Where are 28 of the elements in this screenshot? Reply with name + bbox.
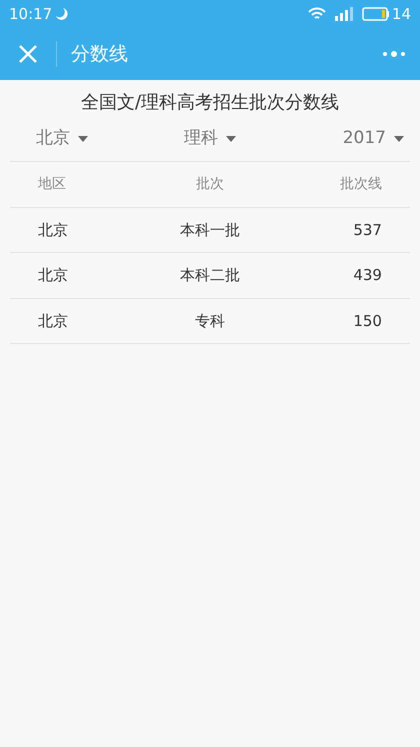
table-cell-text: 本科一批	[180, 220, 240, 240]
table-cell-text: 537	[353, 220, 382, 240]
table-cell-text: 本科二批	[180, 265, 240, 286]
table-cell-text: 北京	[38, 310, 68, 332]
column-header: 批次	[196, 174, 224, 194]
close-icon	[18, 44, 38, 64]
battery-icon	[362, 7, 390, 21]
page-title: 分数线	[71, 42, 129, 67]
caret-icon	[78, 136, 88, 142]
caret-icon	[394, 136, 404, 142]
table-cell-text: 439	[353, 265, 382, 286]
status-time: 10:17	[9, 4, 52, 25]
filter-dropdown[interactable]: 理科	[184, 126, 236, 152]
signal-icon	[334, 7, 354, 21]
filter-dropdown[interactable]: 2017	[342, 126, 404, 152]
column-header: 地区	[38, 174, 66, 194]
table-cell-text: 北京	[38, 220, 68, 240]
table-cell-text: 专科	[194, 310, 225, 332]
wifi-icon	[308, 7, 326, 21]
more-icon	[382, 50, 406, 58]
table-cell-text: 北京	[38, 265, 68, 286]
column-header: 批次线	[340, 174, 382, 194]
moon-icon	[55, 7, 70, 21]
table-cell-text: 150	[353, 310, 382, 332]
caret-icon	[226, 136, 236, 142]
filter-dropdown[interactable]: 北京	[36, 126, 88, 152]
page-heading: 全国文/理科高考招生批次分数线	[80, 92, 340, 113]
battery-level: 14	[392, 4, 411, 25]
